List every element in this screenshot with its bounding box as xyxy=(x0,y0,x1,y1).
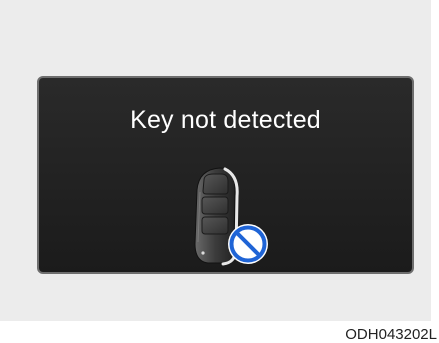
cluster-display: Key not detected xyxy=(37,76,414,274)
warning-message: Key not detected xyxy=(130,106,321,134)
smart-key-warning-graphic xyxy=(186,166,286,272)
figure-code: ODH043202L xyxy=(345,326,437,343)
prohibited-icon xyxy=(228,224,268,264)
figure-background: Key not detected xyxy=(0,0,431,321)
